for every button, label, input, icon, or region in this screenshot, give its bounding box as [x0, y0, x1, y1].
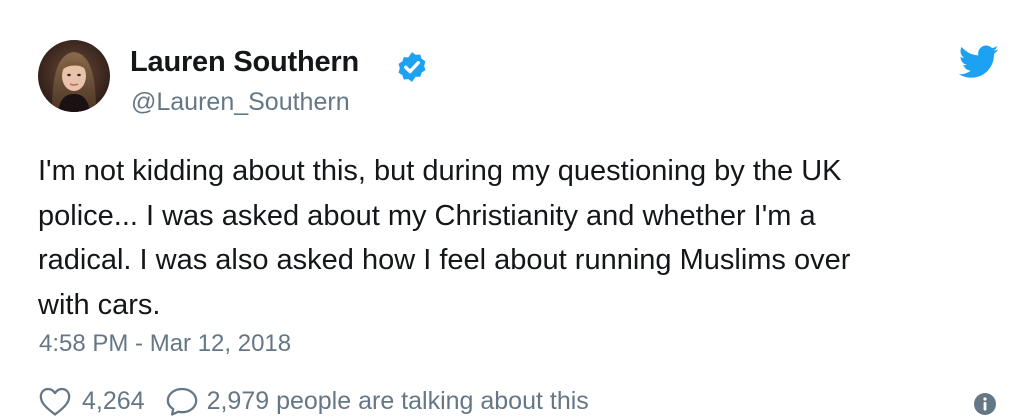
tweet-text-line: radical. I was also asked how I feel abo… [38, 244, 851, 276]
reply-button[interactable]: 2,979 people are talking about this [145, 385, 589, 417]
tweet-card: Lauren Southern @Lauren_Southern I'm not… [0, 0, 1026, 420]
tweet-text-line: with cars. [38, 288, 161, 321]
tweet-timestamp[interactable]: 4:58 PM - Mar 12, 2018 [39, 330, 291, 358]
speech-bubble-icon [166, 387, 197, 416]
talking-about-count: 2,979 people are talking about this [206, 386, 589, 415]
like-count: 4,264 [82, 386, 145, 415]
info-icon[interactable] [973, 392, 997, 416]
tweet-text-line: police... I was asked about my Christian… [38, 199, 816, 232]
tweet-text: I'm not kidding about this, but during m… [38, 149, 998, 327]
handle[interactable]: @Lauren_Southern [131, 88, 350, 117]
heart-icon [39, 387, 71, 416]
twitter-bird-icon[interactable] [959, 45, 999, 79]
avatar[interactable] [38, 40, 110, 112]
engagement-bar: 4,264 2,979 people are talking about thi… [38, 383, 589, 419]
profile-photo [38, 40, 110, 112]
display-name[interactable]: Lauren Southern [130, 46, 359, 79]
tweet-text-line: I'm not kidding about this, but during m… [38, 155, 842, 187]
like-button[interactable]: 4,264 [38, 385, 145, 417]
verified-badge-icon [398, 52, 426, 82]
